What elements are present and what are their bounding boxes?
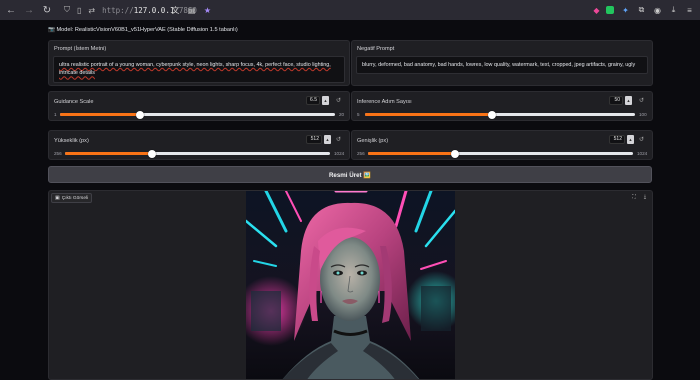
slider-handle[interactable] <box>135 110 144 119</box>
inference-steps-min: 5 <box>357 112 360 117</box>
prompt-input[interactable]: ultra realistic portrait of a young woma… <box>53 56 345 83</box>
slider-handle[interactable] <box>451 149 460 158</box>
connection-icon[interactable]: ⇄ <box>88 6 95 15</box>
height-label: Yükseklik (px) <box>54 138 89 144</box>
prompt-panel: Prompt (İstem Metni) ultra realistic por… <box>48 40 350 86</box>
bookmark-star-icon[interactable]: ★ <box>201 4 214 17</box>
shield-icon[interactable]: ⛉ <box>64 5 70 15</box>
guidance-scale-input[interactable]: 6.5 <box>306 96 320 105</box>
account-icon[interactable]: ◉ <box>651 4 664 17</box>
slider-fill <box>65 152 153 155</box>
extension-icon-a[interactable]: ◆ <box>590 4 603 17</box>
inference-steps-panel: Inference Adım Sayısı 50 ▲ ↺ 5 100 <box>351 91 653 121</box>
height-input[interactable]: 512 <box>306 135 322 144</box>
generate-button[interactable]: Resmi Üret 🖼️ <box>48 166 652 183</box>
download-icon[interactable]: ⤓ <box>641 193 649 201</box>
inference-steps-max: 100 <box>639 112 647 117</box>
reader-icon[interactable]: ▤ <box>185 4 198 17</box>
negative-prompt-input[interactable]: blurry, deformed, bad anatomy, bad hands… <box>356 56 648 74</box>
height-min: 256 <box>54 151 62 156</box>
negative-prompt-panel: Negatif Prompt blurry, deformed, bad ana… <box>351 40 653 86</box>
slider-fill <box>60 113 140 116</box>
inference-steps-stepper[interactable]: ▲ <box>625 96 632 105</box>
slider-handle[interactable] <box>148 149 157 158</box>
guidance-scale-stepper[interactable]: ▲ <box>322 96 329 105</box>
translate-icon[interactable]: 文 <box>169 4 182 17</box>
height-slider[interactable] <box>65 149 330 158</box>
inference-steps-slider[interactable] <box>365 110 635 119</box>
guidance-scale-slider[interactable] <box>60 110 335 119</box>
slider-fill <box>368 152 456 155</box>
model-info: 📷 Model: RealisticVisionV60B1_v51HyperVA… <box>48 27 238 33</box>
reload-icon[interactable]: ↻ <box>40 3 54 17</box>
reset-icon[interactable]: ↺ <box>336 97 341 104</box>
menu-icon[interactable]: ≡ <box>683 4 696 17</box>
app-page: 📷 Model: RealisticVisionV60B1_v51HyperVA… <box>0 20 700 380</box>
reset-icon[interactable]: ↺ <box>639 136 644 143</box>
page-icon[interactable]: ▯ <box>77 6 81 15</box>
width-label: Genişlik (px) <box>357 138 389 144</box>
height-max: 1024 <box>334 151 345 156</box>
download-toolbar-icon[interactable]: ⤓ <box>667 4 680 17</box>
width-min: 256 <box>357 151 365 156</box>
reset-icon[interactable]: ↺ <box>639 97 644 104</box>
extensions-puzzle-icon[interactable]: ⧉ <box>635 4 648 17</box>
negative-prompt-label: Negatif Prompt <box>357 46 395 52</box>
back-arrow-icon[interactable]: ← <box>4 3 18 17</box>
width-input[interactable]: 512 <box>609 135 625 144</box>
width-slider[interactable] <box>368 149 633 158</box>
image-icon: ▣ <box>55 195 60 201</box>
output-panel: ▣ Çıktı Görseli ⛶ ⤓ <box>48 190 653 380</box>
inference-steps-label: Inference Adım Sayısı <box>357 99 412 105</box>
inference-steps-input[interactable]: 50 <box>609 96 623 105</box>
slider-handle[interactable] <box>487 110 496 119</box>
width-max: 1024 <box>637 151 648 156</box>
generated-image <box>246 191 455 379</box>
guidance-scale-min: 1 <box>54 112 57 117</box>
height-stepper[interactable]: ▲ <box>324 135 331 144</box>
guidance-scale-panel: Guidance Scale 6.5 ▲ ↺ 1 20 <box>48 91 350 121</box>
width-panel: Genişlik (px) 512 ▲ ↺ 256 1024 <box>351 130 653 160</box>
fullscreen-icon[interactable]: ⛶ <box>630 193 638 201</box>
extension-icon-b[interactable] <box>606 6 614 14</box>
browser-toolbar: ← → ↻ ⛉ ▯ ⇄ http://127.0.0.1:7860 文 ▤ ★ … <box>0 0 700 20</box>
extension-icon-c[interactable]: ✦ <box>619 4 632 17</box>
slider-fill <box>365 113 492 116</box>
guidance-scale-max: 20 <box>339 112 345 117</box>
width-stepper[interactable]: ▲ <box>627 135 634 144</box>
height-panel: Yükseklik (px) 512 ▲ ↺ 256 1024 <box>48 130 350 160</box>
reset-icon[interactable]: ↺ <box>336 136 341 143</box>
output-label: ▣ Çıktı Görseli <box>51 193 93 203</box>
prompt-label: Prompt (İstem Metni) <box>54 46 107 52</box>
guidance-scale-label: Guidance Scale <box>54 99 94 105</box>
forward-arrow-icon[interactable]: → <box>22 3 36 17</box>
